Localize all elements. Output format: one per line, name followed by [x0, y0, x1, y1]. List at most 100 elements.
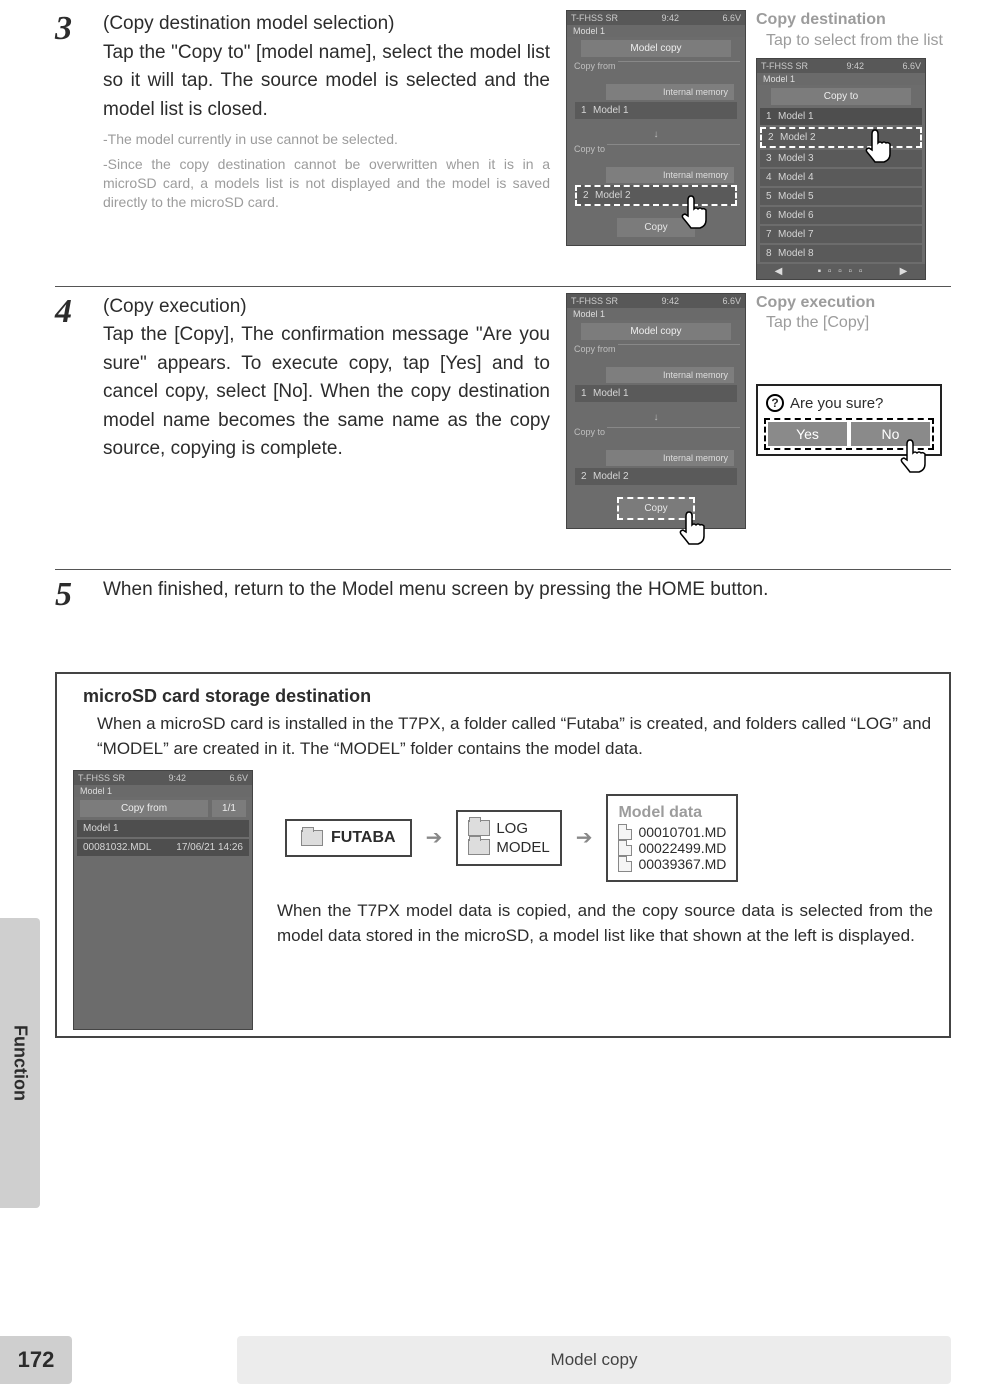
file-icon-2 — [618, 840, 632, 856]
dl-row-7: 7Model 7 — [760, 226, 922, 243]
dl-top-c: 9:42 — [846, 61, 864, 71]
d2-to: Copy to — [572, 427, 607, 437]
d2-mem2: Internal memory — [606, 450, 734, 466]
dev-mem-2: Internal memory — [606, 167, 734, 183]
dl-row-3: 3Model 3 — [760, 150, 922, 167]
d2-title: Model copy — [581, 323, 731, 340]
dialog-question: Are you sure? — [790, 395, 883, 412]
dl-top-l: T-FHSS SR — [761, 61, 808, 71]
question-icon: ? — [766, 394, 784, 412]
device-modelcopy-1: T-FHSS SR9:426.6V Model 1 Model copy Cop… — [566, 10, 746, 246]
log-model-folders: LOG MODEL — [456, 810, 561, 866]
futaba-label: FUTABA — [331, 829, 396, 847]
step-5-body: When finished, return to the Model menu … — [103, 576, 951, 612]
step-3: 3 (Copy destination model selection) Tap… — [55, 10, 951, 280]
dl-row-5: 5Model 5 — [760, 188, 922, 205]
step-3-content: (Copy destination model selection) Tap t… — [103, 10, 746, 280]
ds-row-model: Model 1 — [83, 823, 119, 834]
d2-top-l: T-FHSS SR — [571, 296, 618, 306]
arrow-icon-2: ➔ — [576, 825, 593, 850]
model-data-box: Model data 00010701.MD 00022499.MD 00039… — [606, 794, 738, 882]
folder-icon — [301, 830, 323, 846]
dl-i1: Model 1 — [778, 111, 814, 122]
device-modelcopy-2: T-FHSS SR9:426.6V Model 1 Model copy Cop… — [566, 293, 746, 529]
sd-card-info-box: microSD card storage destination When a … — [55, 672, 951, 1038]
file-icon-3 — [618, 856, 632, 872]
dialog-yes-button[interactable]: Yes — [768, 422, 847, 446]
dev-to-legend: Copy to — [572, 144, 607, 154]
dl-dots: ▪ ▫ ▫ ▫ ▫ — [818, 266, 865, 277]
dl-row-6: 6Model 6 — [760, 207, 922, 224]
dl-top-r: 6.6V — [902, 61, 921, 71]
dl-title: Copy to — [771, 88, 911, 105]
d2-from: Copy from — [572, 344, 618, 354]
tap-hand-icon — [677, 194, 713, 230]
folder-icon-model — [468, 839, 490, 855]
aside-4-title: Copy execution — [756, 293, 951, 314]
step-3-note2: -Since the copy destination cannot be ov… — [103, 155, 550, 212]
step-3-aside: Copy destination Tap to select from the … — [756, 10, 951, 280]
ds-top-r: 6.6V — [229, 773, 248, 783]
dl-i2: Model 2 — [780, 132, 816, 143]
step-4-number: 4 — [55, 293, 93, 529]
step-4-head: (Copy execution) — [103, 293, 550, 322]
step-5-number: 5 — [55, 576, 93, 612]
ds-file: 00081032.MDL — [83, 842, 151, 853]
d2-mem1: Internal memory — [606, 367, 734, 383]
sd-body: When a microSD card is installed in the … — [97, 711, 933, 762]
dl-row-4: 4Model 4 — [760, 169, 922, 186]
arrow-icon: ➔ — [426, 825, 443, 850]
dl-prev-icon: ◀ — [775, 266, 783, 277]
ds-title: Copy from — [80, 800, 208, 817]
futaba-folder: FUTABA — [285, 819, 412, 857]
sd-head: microSD card storage destination — [83, 686, 933, 707]
d2-sub: Model 1 — [567, 308, 745, 320]
dl-sub: Model 1 — [757, 73, 925, 85]
dev-m2: Model 2 — [595, 190, 631, 201]
step-3-head: (Copy destination model selection) — [103, 10, 550, 39]
md-file-2: 00022499.MD — [638, 840, 726, 856]
dl-i8: Model 8 — [778, 248, 814, 259]
tap-hand-icon-4 — [896, 438, 932, 474]
aside-3-title: Copy destination — [756, 10, 951, 31]
log-label: LOG — [496, 820, 528, 837]
dl-row-1: 1Model 1 — [760, 108, 922, 125]
dev-top-l: T-FHSS SR — [571, 13, 618, 23]
step-4-content: (Copy execution) Tap the [Copy], The con… — [103, 293, 746, 529]
d2-top-r: 6.6V — [722, 296, 741, 306]
model-label: MODEL — [496, 839, 549, 856]
model-data-title: Model data — [618, 804, 726, 822]
dev-sub: Model 1 — [567, 25, 745, 37]
step-3-number: 3 — [55, 10, 93, 280]
device-model-list: T-FHSS SR 9:42 6.6V Model 1 Copy to 1Model… — [756, 58, 926, 280]
dl-i3: Model 3 — [778, 153, 814, 164]
step-4-body: Tap the [Copy], The confirmation message… — [103, 321, 550, 464]
dl-i7: Model 7 — [778, 229, 814, 240]
dl-i4: Model 4 — [778, 172, 814, 183]
ds-row-file: 00081032.MDL 17/06/21 14:26 — [77, 839, 249, 856]
tap-hand-icon-2 — [861, 128, 897, 164]
d2-m1: Model 1 — [593, 388, 629, 399]
folder-icon-log — [468, 820, 490, 836]
dev-title: Model copy — [581, 40, 731, 57]
md-file-1: 00010701.MD — [638, 824, 726, 840]
folder-flow: FUTABA ➔ LOG MODEL ➔ Model data 00010701… — [285, 794, 933, 882]
dl-i5: Model 5 — [778, 191, 814, 202]
tap-hand-icon-3 — [675, 510, 711, 546]
aside-4-sub: Tap the [Copy] — [756, 313, 951, 334]
md-file-3: 00039367.MD — [638, 856, 726, 872]
file-icon — [618, 824, 632, 840]
device-copyfrom: T-FHSS SR9:426.6V Model 1 Copy from 1/1 … — [73, 770, 253, 1030]
sd-after-text: When the T7PX model data is copied, and … — [277, 898, 933, 949]
dl-row-8: 8Model 8 — [760, 245, 922, 262]
footer-label: Model copy — [237, 1336, 951, 1384]
ds-sub: Model 1 — [74, 785, 252, 797]
dev-from-legend: Copy from — [572, 61, 618, 71]
step-3-body: Tap the "Copy to" [model name], select t… — [103, 39, 550, 125]
page-number: 172 — [0, 1336, 72, 1384]
ds-top-c: 9:42 — [168, 773, 186, 783]
dev-top-r: 6.6V — [722, 13, 741, 23]
ds-top-l: T-FHSS SR — [78, 773, 125, 783]
ds-date: 17/06/21 14:26 — [176, 842, 243, 853]
dl-i6: Model 6 — [778, 210, 814, 221]
